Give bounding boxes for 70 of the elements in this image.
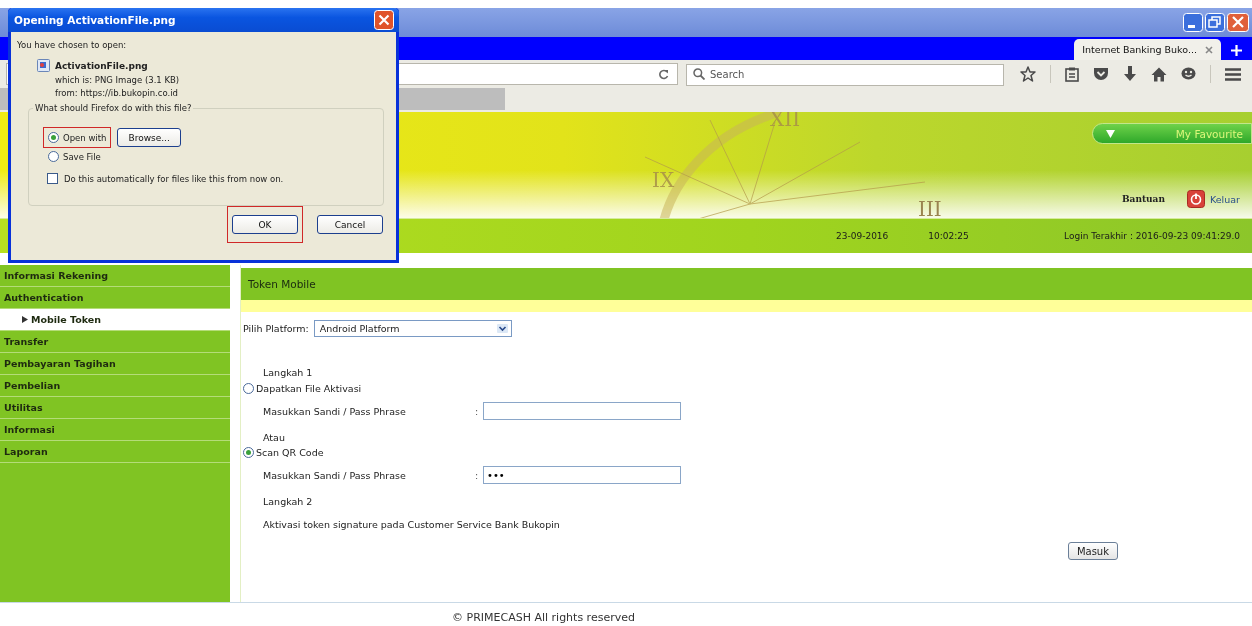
- dialog-button[interactable]: Cancel: [317, 215, 383, 234]
- plus-icon[interactable]: [1231, 45, 1242, 56]
- caret-icon: [496, 324, 508, 333]
- home-icon[interactable]: [1151, 66, 1167, 82]
- option-label: Open with: [63, 132, 107, 143]
- date-text: 23-09-2016: [836, 231, 889, 241]
- radio-button[interactable]: [48, 151, 59, 162]
- browser-tab[interactable]: Internet Banking Buko...: [1074, 39, 1221, 60]
- colon-text: :: [475, 469, 480, 481]
- sidebar-item[interactable]: Pembayaran Tagihan: [0, 353, 230, 375]
- dialog-button[interactable]: OK: [232, 215, 298, 234]
- close-icon[interactable]: [1205, 45, 1213, 54]
- field-label: Masukkan Sandi / Pass Phrase: [263, 469, 407, 481]
- sidebar-item[interactable]: Transfer: [0, 331, 230, 353]
- sidebar-item[interactable]: Utilitas: [0, 397, 230, 419]
- triangle-right-icon: [22, 316, 28, 323]
- file-name: ActivationFile.png: [55, 60, 148, 71]
- search-field[interactable]: Search: [686, 63, 1004, 86]
- sidebar-item[interactable]: Informasi: [0, 419, 230, 441]
- menu-icon[interactable]: [1225, 67, 1241, 81]
- smiley-icon[interactable]: [1181, 67, 1196, 81]
- section-header: Token Mobile: [241, 268, 1252, 300]
- download-icon[interactable]: [1123, 66, 1137, 82]
- time-text: 10:02:25: [928, 231, 969, 241]
- clipboard-icon[interactable]: [1065, 66, 1079, 82]
- last-login-text: Login Terakhir : 2016-09-23 09:41:29.0: [1064, 231, 1240, 241]
- option-label: Save File: [63, 151, 101, 162]
- triangle-down-icon: [1106, 129, 1115, 138]
- radio-button[interactable]: [48, 132, 59, 143]
- clock-numeral: III: [918, 197, 942, 218]
- help-link[interactable]: Bantuan: [1121, 194, 1165, 204]
- or-label: Atau: [263, 432, 286, 443]
- image-file-icon: [37, 59, 50, 72]
- radio-button[interactable]: [243, 447, 254, 458]
- file-source-text: from: https://ib.bukopin.co.id: [55, 88, 179, 98]
- power-icon[interactable]: [1187, 190, 1205, 208]
- step-label: Langkah 2: [263, 496, 314, 507]
- group-legend: What should Firefox do with this file?: [33, 103, 194, 113]
- platform-label: Pilih Platform:: [243, 323, 309, 334]
- sidebar-item[interactable]: Laporan: [0, 441, 230, 463]
- reload-icon[interactable]: [658, 68, 669, 80]
- restore-icon[interactable]: [1205, 13, 1225, 32]
- checkbox-label: Do this automatically for files like this from now on.: [64, 173, 284, 184]
- file-type-text: which is: PNG Image (3.1 KB): [55, 75, 181, 85]
- search-icon: [693, 68, 705, 80]
- logout-link[interactable]: Keluar: [1210, 193, 1240, 205]
- passphrase-field[interactable]: •••: [483, 466, 681, 484]
- step-label: Langkah 1: [263, 367, 314, 378]
- passphrase-field[interactable]: [483, 402, 681, 420]
- instruction-text: Aktivasi token signature pada Customer Service Bank Bukopin: [263, 519, 561, 530]
- copyright-text: © PRIMECASH All rights reserved: [452, 611, 635, 624]
- sidebar-item[interactable]: Mobile Token: [0, 309, 230, 331]
- clock-numeral: IX: [652, 168, 675, 192]
- field-label: Masukkan Sandi / Pass Phrase: [263, 405, 407, 417]
- sidebar-item[interactable]: Informasi Rekening: [0, 265, 230, 287]
- radio-button[interactable]: [243, 383, 254, 394]
- checkbox[interactable]: [47, 173, 58, 184]
- colon-text: :: [475, 405, 480, 417]
- intro-text: You have chosen to open:: [17, 40, 128, 50]
- option-label: Dapatkan File Aktivasi: [256, 383, 362, 394]
- platform-select[interactable]: Android Platform: [313, 320, 512, 337]
- chevron-badge-icon[interactable]: [1093, 67, 1109, 81]
- minimize-icon[interactable]: [1183, 13, 1203, 32]
- star-icon[interactable]: [1020, 66, 1036, 82]
- option-label: Scan QR Code: [256, 447, 324, 458]
- browse-button[interactable]: Browse...: [117, 128, 181, 147]
- dialog-title: Opening ActivationFile.png: [14, 14, 176, 26]
- submit-button[interactable]: Masuk: [1067, 542, 1118, 560]
- clock-numeral: XII: [770, 112, 801, 131]
- sidebar-item[interactable]: Pembelian: [0, 375, 230, 397]
